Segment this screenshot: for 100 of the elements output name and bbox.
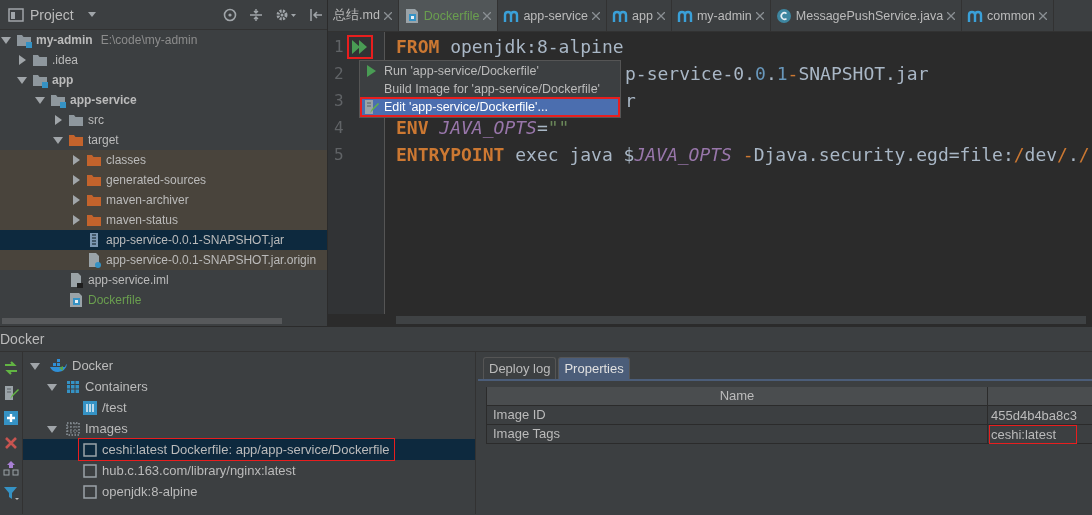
tree-item[interactable]: Dockerfile — [0, 290, 327, 310]
editor-tab[interactable]: 总结.md — [328, 0, 399, 31]
tree-item[interactable]: classes — [0, 150, 327, 170]
hide-icon[interactable] — [309, 7, 323, 22]
code-line: p-service-0.0.1-SNAPSHOT.jar — [625, 62, 929, 86]
tree-item[interactable]: src — [0, 110, 327, 130]
close-icon[interactable] — [947, 11, 956, 20]
expanded-arrow-icon[interactable] — [1, 35, 11, 45]
path-label: E:\code\my-admin — [100, 33, 198, 47]
scrollbar[interactable] — [396, 316, 1086, 324]
expanded-arrow-icon[interactable] — [30, 360, 40, 371]
module-folder-icon — [32, 72, 48, 88]
tree-item[interactable]: hub.c.163.com/library/nginx:latest — [23, 460, 475, 481]
collapse-icon[interactable] — [249, 7, 263, 22]
folder-icon — [32, 52, 48, 68]
tree-label: Containers — [85, 379, 148, 394]
expanded-arrow-icon[interactable] — [53, 135, 63, 145]
editor-tab[interactable]: app-service — [498, 0, 608, 31]
square-icon — [83, 463, 97, 478]
expanded-arrow-icon[interactable] — [47, 381, 57, 392]
editor-tab[interactable]: MessagePushService.java — [770, 0, 963, 31]
tree-item[interactable]: my-admin E:\code\my-admin — [0, 30, 327, 50]
panel-tab[interactable]: Deploy log — [483, 357, 557, 379]
code-line: ENV JAVA_OPTS="" — [396, 116, 570, 140]
delete-icon[interactable] — [3, 435, 19, 451]
table-cell-text: 455d4b4ba8c3 — [990, 406, 1079, 424]
tree-item[interactable]: maven-archiver — [0, 190, 327, 210]
table-cell: ceshi:latest — [990, 425, 1077, 443]
push-icon[interactable] — [3, 460, 19, 476]
folder-icon — [68, 112, 84, 128]
settings-icon[interactable] — [275, 7, 297, 22]
class-icon — [775, 7, 792, 24]
collapsed-arrow-icon[interactable] — [71, 195, 81, 205]
close-icon[interactable] — [755, 11, 764, 20]
tree-item[interactable]: Docker — [23, 355, 475, 376]
table-cell: Image ID — [487, 406, 988, 424]
editor-tab[interactable]: app — [607, 0, 672, 31]
tree-item[interactable]: app — [0, 70, 327, 90]
table-cell: Image Tags — [487, 425, 988, 443]
file-icon — [86, 252, 102, 268]
tree-label: Docker — [72, 358, 114, 373]
tree-label: ceshi:latest Dockerfile: app/app-service/Dockerfile — [102, 442, 390, 457]
tree-item[interactable]: app-service-0.0.1-SNAPSHOT.jar — [0, 230, 327, 250]
close-icon[interactable] — [656, 11, 665, 20]
tree-item[interactable]: generated-sources — [0, 170, 327, 190]
expanded-arrow-icon[interactable] — [47, 423, 57, 434]
tree-item[interactable]: maven-status — [0, 210, 327, 230]
container-icon — [83, 400, 97, 415]
expanded-arrow-icon[interactable] — [17, 75, 27, 85]
tree-item[interactable]: Containers — [23, 376, 475, 397]
tree-label: /test — [102, 400, 127, 415]
tree-item[interactable]: .idea — [0, 50, 327, 70]
square-icon — [83, 484, 97, 499]
menu-item[interactable]: Run 'app-service/Dockerfile' — [361, 62, 619, 80]
folder-icon — [86, 152, 102, 168]
editor-tab[interactable]: my-admin — [671, 0, 771, 31]
code-line: r — [625, 89, 636, 113]
locate-icon[interactable] — [223, 7, 237, 22]
close-icon[interactable] — [483, 11, 492, 20]
folder-icon — [86, 212, 102, 228]
close-icon[interactable] — [383, 11, 392, 20]
tree-item[interactable]: app-service — [0, 90, 327, 110]
expanded-arrow-icon[interactable] — [35, 95, 45, 105]
add-icon[interactable] — [3, 410, 19, 426]
collapsed-arrow-icon[interactable] — [17, 55, 27, 65]
file-icon — [68, 272, 84, 288]
module-folder-icon — [16, 32, 32, 48]
folder-icon — [68, 132, 84, 148]
filter-icon[interactable] — [3, 485, 19, 501]
tree-item[interactable]: target — [0, 130, 327, 150]
play-icon — [366, 65, 376, 77]
panel-title: Project — [30, 6, 74, 23]
collapsed-arrow-icon[interactable] — [71, 215, 81, 225]
tree-item[interactable]: ceshi:latest Dockerfile: app/app-service/Dockerfile — [23, 439, 475, 460]
panel-title: Docker — [0, 327, 1092, 352]
menu-item[interactable]: Edit 'app-service/Dockerfile'... — [361, 98, 619, 116]
dockerfile-icon — [68, 292, 84, 308]
edit-icon[interactable] — [3, 385, 19, 401]
tree-item[interactable]: openjdk:8-alpine — [23, 481, 475, 502]
tree-label: Images — [85, 421, 128, 436]
collapsed-arrow-icon[interactable] — [53, 115, 63, 125]
close-icon[interactable] — [592, 11, 601, 20]
project-view-icon — [8, 7, 24, 22]
edit-icon — [363, 99, 379, 115]
tree-item[interactable]: app-service-0.0.1-SNAPSHOT.jar.origin — [0, 250, 327, 270]
scrollbar[interactable] — [2, 318, 282, 324]
menu-item[interactable]: Build Image for 'app-service/Dockerfile' — [361, 80, 619, 98]
deploy-icon[interactable] — [3, 360, 19, 376]
editor-tab[interactable]: common — [962, 0, 1054, 31]
tree-item[interactable]: app-service.iml — [0, 270, 327, 290]
panel-tab[interactable]: Properties — [558, 357, 630, 379]
grid-icon — [66, 421, 80, 436]
tree-item[interactable]: Images — [23, 418, 475, 439]
collapsed-arrow-icon[interactable] — [71, 175, 81, 185]
collapsed-arrow-icon[interactable] — [71, 155, 81, 165]
close-icon[interactable] — [1039, 11, 1047, 20]
folder-icon — [86, 172, 102, 188]
code-line: FROM openjdk:8-alpine — [396, 35, 624, 59]
caret-icon[interactable] — [87, 11, 96, 18]
tree-item[interactable]: /test — [23, 397, 475, 418]
